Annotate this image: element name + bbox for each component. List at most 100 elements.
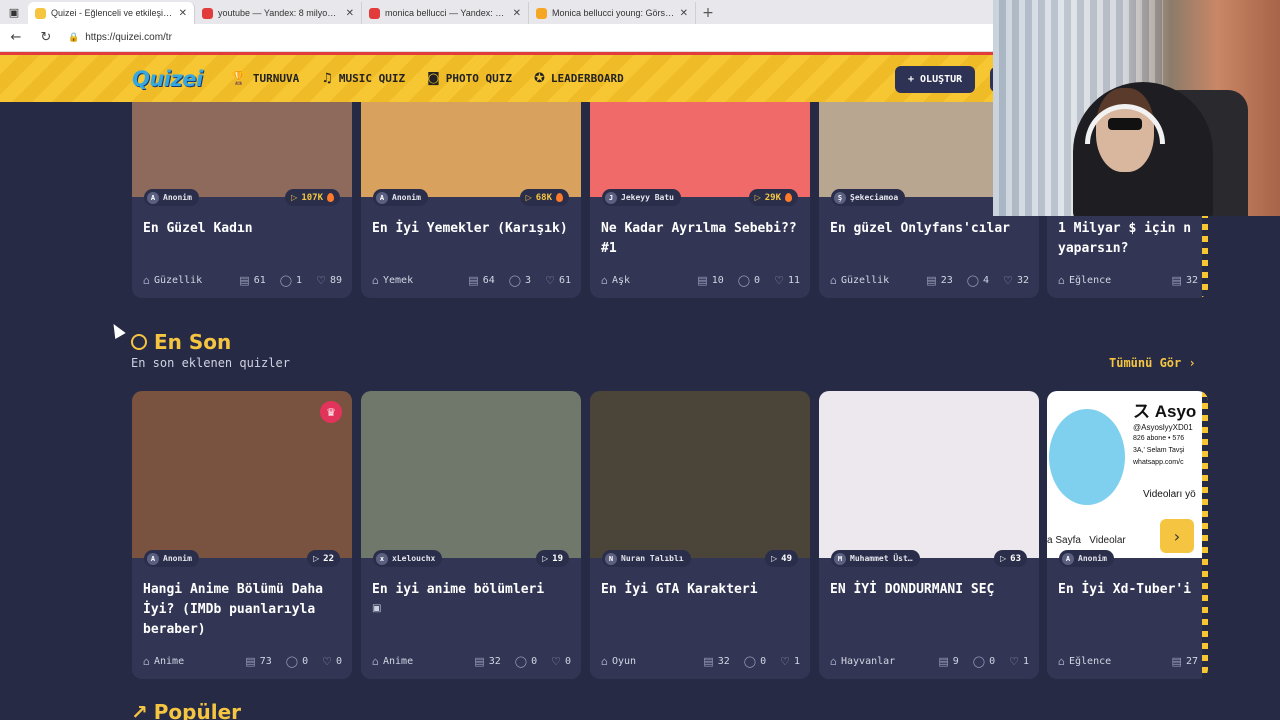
close-tab-icon[interactable]: ✕ (680, 8, 688, 19)
tag-icon: ⌂ (830, 655, 837, 668)
author-name: Nuran Talıblı (621, 554, 684, 563)
category-tag[interactable]: ⌂ Aşk (601, 274, 630, 287)
comment-icon: ◯ (743, 655, 757, 668)
likes-count: ♡ 32 (1003, 274, 1029, 287)
category-tag[interactable]: ⌂ Eğlence (1058, 655, 1111, 668)
play-count: 49 (781, 553, 792, 564)
quiz-card[interactable]: N Nuran Talıblı ▷ 49 En İyi GTA Karakteri ⌂ Oy… (590, 391, 810, 679)
quiz-card[interactable]: M Muhammet Üst… ▷ 63 EN İYİ DONDURMANI SEÇ ⌂ H… (819, 391, 1039, 679)
quiz-thumbnail[interactable] (132, 102, 352, 197)
category-tag[interactable]: ⌂ Güzellik (143, 274, 202, 287)
quiz-card[interactable]: J Jekeyy Batu ▷ 29K Ne Kadar Ayrılma Sebebi?… (590, 102, 810, 298)
questions-count: ▤ 9 (938, 655, 958, 668)
new-tab-button[interactable]: + (696, 2, 720, 24)
quiz-thumbnail[interactable] (590, 391, 810, 558)
author-badge[interactable]: A Anonim (144, 189, 199, 206)
questions-value: 32 (717, 656, 730, 667)
quiz-card[interactable]: A Anonim ▷ 107K En Güzel Kadın ⌂ Güzellik ▤ 61 ◯ 1… (132, 102, 352, 298)
window-menu-icon[interactable]: ▣ (0, 0, 28, 24)
quiz-title[interactable]: En İyi GTA Karakteri (601, 580, 801, 600)
author-badge[interactable]: A Anonim (1059, 550, 1114, 567)
quiz-card[interactable]: x xLelouchx ▷ 19 En iyi anime bölümleri ▣ ⌂ Ani… (361, 391, 581, 679)
quiz-title[interactable]: Ne Kadar Ayrılma Sebebi?? #1 (601, 219, 801, 259)
nav-item-turnuva[interactable]: 🏆 TURNUVA (231, 71, 300, 86)
author-badge[interactable]: N Nuran Talıblı (602, 550, 691, 567)
comments-count: ◯ 3 (509, 274, 531, 287)
author-badge[interactable]: M Muhammet Üst… (831, 550, 920, 567)
browser-tab[interactable]: Monica bellucci young: Görselleri ✕ (529, 2, 696, 24)
questions-value: 32 (1185, 275, 1198, 286)
author-badge[interactable]: Ş Şekeciamoa (831, 189, 906, 206)
url-field[interactable]: 🔒 https://quizei.com/tr (68, 32, 172, 43)
see-all-link[interactable]: Tümünü Gör › (1109, 356, 1196, 370)
quiz-title[interactable]: En iyi anime bölümleri (372, 580, 572, 600)
clock-icon (131, 334, 147, 350)
quiz-thumbnail[interactable] (819, 391, 1039, 558)
likes-count: ♡ 0 (551, 655, 571, 668)
create-button[interactable]: + OLUŞTUR (895, 66, 976, 93)
browser-tab[interactable]: youtube — Yandex: 8 milyon sonu ✕ (195, 2, 362, 24)
tag-icon: ⌂ (1058, 274, 1065, 287)
quiz-thumbnail[interactable] (361, 391, 581, 558)
nav-item-leaderboard[interactable]: ✪ LEADERBOARD (534, 71, 624, 86)
category-tag[interactable]: ⌂ Güzellik (830, 274, 889, 287)
quiz-title[interactable]: 1 Milyar $ için n yaparsın? (1058, 219, 1208, 259)
category-tag[interactable]: ⌂ Oyun (601, 655, 636, 668)
quiz-card[interactable]: ス Asyo @AsyoslyyXD01 826 abone • 576 3A,' S… (1047, 391, 1208, 679)
category-tag[interactable]: ⌂ Anime (143, 655, 184, 668)
quiz-stats: ▤ 32 (1172, 274, 1198, 287)
browser-tab[interactable]: Quizei - Eğlenceli ve etkileşimli q ✕ (28, 2, 195, 24)
quiz-title[interactable]: En İyi Yemekler (Karışık) (372, 219, 572, 239)
category-label: Hayvanlar (840, 656, 896, 667)
quiz-meta: ⌂ Güzellik ▤ 61 ◯ 1 ♡ 89 (143, 274, 342, 287)
play-count-badge: ▷ 107K (285, 189, 340, 206)
nav-item-photo-quiz[interactable]: ◙ PHOTO QUIZ (427, 71, 512, 86)
close-tab-icon[interactable]: ✕ (513, 8, 521, 19)
quiz-card[interactable]: A Anonim ▷ 68K En İyi Yemekler (Karışık) ⌂ Yem… (361, 102, 581, 298)
category-tag[interactable]: ⌂ Anime (372, 655, 413, 668)
quiz-stats: ▤ 23 ◯ 4 ♡ 32 (926, 274, 1029, 287)
next-arrow-button[interactable]: › (1160, 519, 1194, 553)
quiz-title[interactable]: EN İYİ DONDURMANI SEÇ (830, 580, 1030, 600)
avatar: J (605, 191, 617, 204)
back-arrow-icon[interactable]: ← (8, 30, 24, 45)
comments-value: 1 (296, 275, 303, 286)
quiz-thumbnail[interactable] (132, 391, 352, 558)
section-title: En Son (154, 330, 232, 354)
questions-value: 61 (253, 275, 266, 286)
quiz-title[interactable]: En güzel Onlyfans'cılar (830, 219, 1030, 239)
quiz-title[interactable]: En Güzel Kadın (143, 219, 343, 239)
author-badge[interactable]: J Jekeyy Batu (602, 189, 681, 206)
tag-icon: ⌂ (143, 655, 150, 668)
category-label: Anime (382, 656, 414, 667)
reload-icon[interactable]: ↻ (38, 30, 54, 45)
quizei-logo[interactable]: Quizei (132, 67, 203, 91)
author-badge[interactable]: A Anonim (144, 550, 199, 567)
category-tag[interactable]: ⌂ Yemek (372, 274, 413, 287)
quiz-thumbnail[interactable] (361, 102, 581, 197)
comment-icon: ◯ (279, 274, 293, 287)
quiz-title[interactable]: En İyi Xd-Tuber'i (1058, 580, 1208, 600)
play-count-badge: ▷ 63 (994, 550, 1027, 567)
category-tag[interactable]: ⌂ Hayvanlar (830, 655, 895, 668)
quiz-thumbnail[interactable] (590, 102, 810, 197)
quiz-title[interactable]: Hangi Anime Bölümü Daha İyi? (IMDb puanl… (143, 580, 343, 640)
author-badge[interactable]: x xLelouchx (373, 550, 443, 567)
close-tab-icon[interactable]: ✕ (346, 8, 354, 19)
quiz-meta: ⌂ Yemek ▤ 64 ◯ 3 ♡ 61 (372, 274, 571, 287)
comments-value: 0 (531, 656, 538, 667)
category-tag[interactable]: ⌂ Eğlence (1058, 274, 1111, 287)
quiz-card[interactable]: ♛ A Anonim ▷ 22 Hangi Anime Bölümü Daha İyi? … (132, 391, 352, 679)
avatar: Ş (834, 191, 846, 204)
close-tab-icon[interactable]: ✕ (179, 8, 187, 19)
author-badge[interactable]: A Anonim (373, 189, 428, 206)
nav-item-music-quiz[interactable]: ♫ MUSIC QUIZ (321, 71, 405, 86)
comment-icon: ◯ (972, 655, 986, 668)
browser-tab[interactable]: monica bellucci — Yandex: 8 bin s ✕ (362, 2, 529, 24)
questions-value: 32 (488, 656, 501, 667)
questions-icon: ▤ (474, 655, 485, 668)
play-count-badge: ▷ 68K (519, 189, 569, 206)
mouse-cursor (108, 320, 126, 340)
channel-tabs: a Sayfa Videolar (1047, 535, 1126, 546)
questions-value: 23 (940, 275, 953, 286)
